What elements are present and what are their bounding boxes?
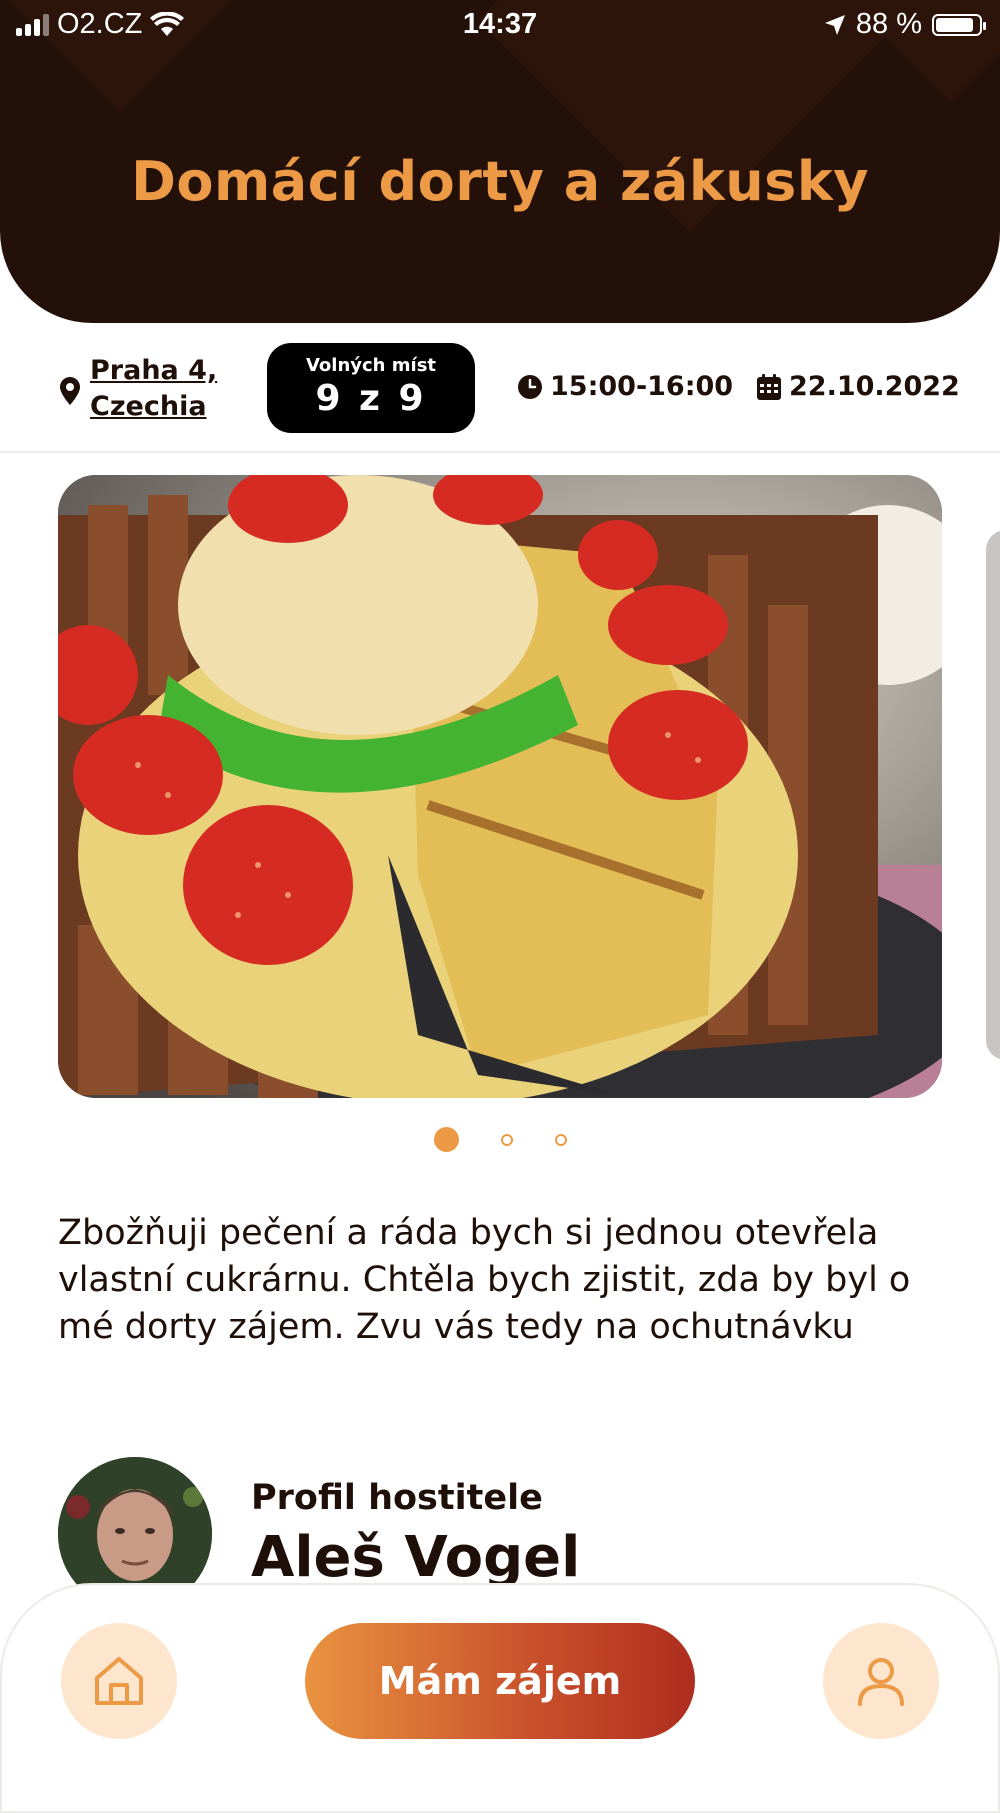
location-line-2: Czechia bbox=[90, 391, 207, 422]
battery-percent: 88 % bbox=[855, 8, 922, 40]
interested-button[interactable]: Mám zájem bbox=[305, 1623, 695, 1739]
map-pin-icon bbox=[60, 377, 80, 405]
event-time-value: 15:00-16:00 bbox=[550, 371, 734, 402]
host-profile-label: Profil hostitele bbox=[251, 1478, 543, 1518]
event-info-bar: Praha 4, Czechia Volných míst 9 z 9 15:0… bbox=[0, 323, 1000, 453]
header: O2.CZ 14:37 88 % Domácí dorty a zákusky bbox=[0, 0, 1000, 323]
event-date-value: 22.10.2022 bbox=[789, 371, 960, 402]
calendar-icon bbox=[757, 373, 781, 400]
location-arrow-icon bbox=[824, 14, 845, 35]
battery-level bbox=[936, 17, 973, 32]
profile-button[interactable] bbox=[823, 1623, 939, 1739]
location-link[interactable]: Praha 4, Czechia bbox=[60, 353, 217, 425]
free-seats-label: Volných míst bbox=[305, 355, 437, 376]
cake-with-strawberries-illustration bbox=[58, 475, 942, 1098]
event-description: Zbožňuji pečení a ráda bych si jednou ot… bbox=[58, 1213, 911, 1347]
cake-photo[interactable] bbox=[58, 475, 942, 1098]
user-icon bbox=[858, 1658, 904, 1706]
event-time: 15:00-16:00 bbox=[518, 371, 733, 402]
battery-icon bbox=[932, 13, 986, 36]
carousel-dot-3[interactable] bbox=[554, 1133, 567, 1146]
status-bar: O2.CZ 14:37 88 % bbox=[0, 0, 1000, 50]
free-seats-badge: Volných míst 9 z 9 bbox=[267, 343, 475, 433]
status-right: 88 % bbox=[824, 8, 986, 41]
free-seats-value: 9 z 9 bbox=[315, 378, 427, 419]
home-button[interactable] bbox=[61, 1623, 177, 1739]
next-photo-peek[interactable] bbox=[986, 530, 1000, 1060]
carousel-pagination bbox=[0, 1127, 1000, 1152]
clock-icon bbox=[518, 374, 542, 399]
home-icon bbox=[95, 1657, 143, 1705]
page-title: Domácí dorty a zákusky bbox=[131, 150, 869, 213]
host-name[interactable]: Aleš Vogel bbox=[251, 1525, 580, 1590]
location-line-1: Praha 4, bbox=[90, 355, 218, 386]
carousel-dot-1[interactable] bbox=[433, 1127, 459, 1152]
carousel-dot-2[interactable] bbox=[500, 1133, 513, 1146]
event-date: 22.10.2022 bbox=[757, 371, 960, 402]
